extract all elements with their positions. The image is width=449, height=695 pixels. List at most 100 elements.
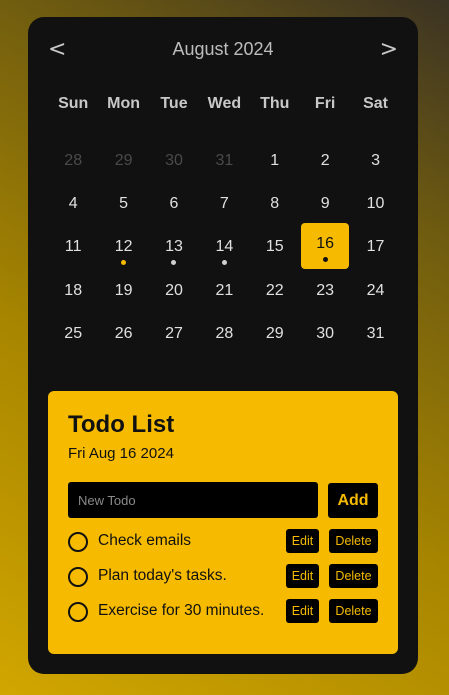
day-cell[interactable]: 15 bbox=[250, 225, 300, 268]
days-grid: 28 29 30 31 1 2 3 4 5 6 7 8 9 10 11 12 13 14 15 16 17 18 19 20 2… bbox=[48, 139, 401, 355]
edit-button[interactable]: Edit bbox=[286, 564, 319, 588]
day-number: 14 bbox=[215, 238, 234, 256]
calendar-header: < August 2024 > bbox=[28, 17, 418, 83]
day-number: 26 bbox=[114, 324, 133, 342]
day-number: 20 bbox=[165, 281, 183, 299]
day-number: 11 bbox=[64, 238, 82, 256]
day-number: 3 bbox=[371, 152, 380, 169]
add-todo-button[interactable]: Add bbox=[328, 483, 378, 518]
day-cell[interactable]: 22 bbox=[250, 269, 300, 312]
day-number: 17 bbox=[366, 238, 385, 256]
weekday-label: Fri bbox=[314, 95, 336, 112]
day-number: 29 bbox=[114, 152, 133, 169]
day-number: 16 bbox=[316, 235, 335, 253]
complete-checkbox[interactable] bbox=[68, 532, 88, 552]
day-number: 28 bbox=[64, 152, 83, 169]
complete-checkbox[interactable] bbox=[68, 602, 88, 622]
day-number: 9 bbox=[320, 195, 330, 213]
day-cell[interactable]: 12 bbox=[98, 225, 148, 268]
day-number: 19 bbox=[114, 281, 133, 299]
day-cell[interactable]: 20 bbox=[149, 269, 199, 312]
day-number: 10 bbox=[366, 195, 385, 213]
day-number: 1 bbox=[270, 152, 280, 169]
day-number: 13 bbox=[165, 238, 183, 256]
day-number: 30 bbox=[316, 324, 335, 342]
day-number: 24 bbox=[366, 281, 385, 299]
weekday-label: Tue bbox=[160, 95, 188, 112]
day-cell[interactable]: 31 bbox=[199, 139, 249, 182]
month-title: August 2024 bbox=[172, 39, 274, 59]
day-cell[interactable]: 31 bbox=[350, 312, 400, 355]
day-cell[interactable]: 5 bbox=[98, 182, 148, 225]
weekday-label: Mon bbox=[107, 95, 141, 112]
day-number: 22 bbox=[265, 281, 284, 299]
day-cell[interactable]: 24 bbox=[350, 269, 400, 312]
day-number: 28 bbox=[215, 324, 234, 342]
day-number: 23 bbox=[316, 281, 335, 299]
day-number: 25 bbox=[64, 324, 83, 342]
day-number: 29 bbox=[265, 324, 284, 342]
day-cell[interactable]: 2 bbox=[300, 139, 350, 182]
day-cell[interactable]: 6 bbox=[149, 182, 199, 225]
edit-button[interactable]: Edit bbox=[286, 599, 319, 623]
day-cell[interactable]: 27 bbox=[149, 312, 199, 355]
day-number: 6 bbox=[169, 195, 179, 213]
weekday-label: Sun bbox=[58, 95, 89, 112]
delete-button[interactable]: Delete bbox=[329, 564, 378, 588]
weekday-label: Thu bbox=[260, 95, 290, 112]
day-number: 27 bbox=[165, 324, 183, 342]
event-dot-icon bbox=[171, 260, 177, 266]
edit-button[interactable]: Edit bbox=[286, 529, 319, 553]
day-cell[interactable]: 26 bbox=[98, 312, 148, 355]
day-cell[interactable]: 19 bbox=[98, 269, 148, 312]
day-cell[interactable]: 28 bbox=[48, 139, 98, 182]
day-cell[interactable]: 30 bbox=[300, 312, 350, 355]
weekday-label: Sat bbox=[363, 95, 388, 112]
delete-button[interactable]: Delete bbox=[329, 599, 378, 623]
day-cell[interactable]: 29 bbox=[98, 139, 148, 182]
day-cell[interactable]: 1 bbox=[250, 139, 300, 182]
day-cell[interactable]: 10 bbox=[350, 182, 400, 225]
todo-title: Todo List bbox=[68, 411, 175, 438]
todo-text: Check emails bbox=[98, 532, 192, 549]
event-dot-icon bbox=[221, 260, 227, 266]
day-cell-selected[interactable]: 16 bbox=[300, 223, 350, 270]
day-cell[interactable]: 23 bbox=[300, 269, 350, 312]
day-cell[interactable]: 28 bbox=[199, 312, 249, 355]
delete-button[interactable]: Delete bbox=[329, 529, 378, 553]
event-dot-icon bbox=[322, 257, 328, 263]
day-number: 7 bbox=[219, 195, 229, 213]
complete-checkbox[interactable] bbox=[68, 567, 88, 587]
todo-text: Exercise for 30 minutes. bbox=[98, 602, 265, 619]
day-cell[interactable]: 30 bbox=[149, 139, 199, 182]
new-todo-input[interactable] bbox=[68, 482, 318, 518]
todo-panel: Todo List Fri Aug 16 2024 Add Check emai… bbox=[48, 391, 398, 654]
day-cell[interactable]: 7 bbox=[199, 182, 249, 225]
day-cell[interactable]: 29 bbox=[250, 312, 300, 355]
day-cell[interactable]: 17 bbox=[350, 225, 400, 268]
todo-text: Plan today's tasks. bbox=[98, 567, 227, 584]
day-number: 30 bbox=[165, 152, 183, 169]
day-cell[interactable]: 4 bbox=[48, 182, 98, 225]
event-dot-icon bbox=[121, 260, 127, 266]
weekday-header-row: Sun Mon Tue Wed Thu Fri Sat bbox=[48, 95, 398, 113]
day-cell[interactable]: 14 bbox=[199, 225, 249, 268]
next-month-button[interactable]: > bbox=[380, 37, 398, 63]
day-number: 21 bbox=[215, 281, 234, 299]
weekday-label: Wed bbox=[207, 95, 242, 112]
day-number: 18 bbox=[64, 281, 83, 299]
day-cell[interactable]: 25 bbox=[48, 312, 98, 355]
day-number: 8 bbox=[270, 195, 280, 213]
day-cell[interactable]: 18 bbox=[48, 269, 98, 312]
day-cell[interactable]: 13 bbox=[149, 225, 199, 268]
todo-item: Exercise for 30 minutes. Edit Delete bbox=[68, 599, 378, 625]
day-number: 12 bbox=[114, 238, 133, 256]
day-cell[interactable]: 9 bbox=[300, 182, 350, 225]
day-number: 5 bbox=[119, 195, 129, 213]
day-cell[interactable]: 8 bbox=[250, 182, 300, 225]
day-number: 2 bbox=[320, 152, 330, 169]
day-cell[interactable]: 3 bbox=[350, 139, 400, 182]
day-cell[interactable]: 21 bbox=[199, 269, 249, 312]
todo-date: Fri Aug 16 2024 bbox=[68, 445, 174, 462]
day-cell[interactable]: 11 bbox=[48, 225, 98, 268]
